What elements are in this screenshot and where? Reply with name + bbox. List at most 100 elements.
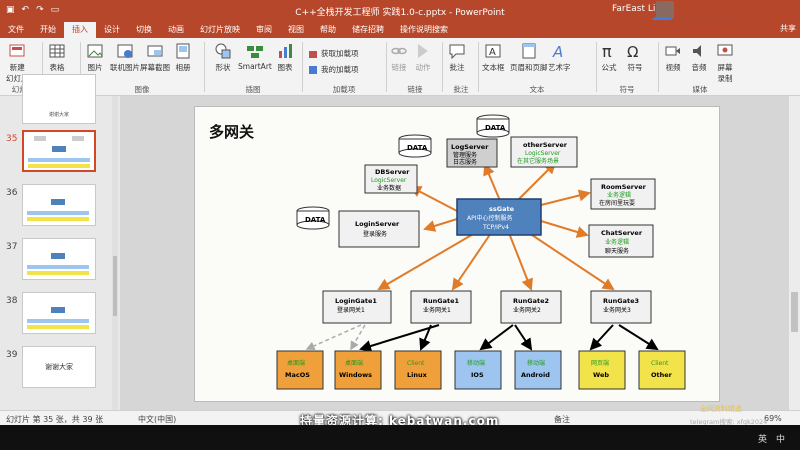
tab-transitions[interactable]: 切换 [128,22,160,38]
roomserver-node: RoomServer 业务逻辑 在房间里玩耍 [590,178,656,210]
group-links-label: 链接 [407,85,423,94]
undo-icon[interactable]: ↶ [22,5,30,15]
svg-text:移动端: 移动端 [467,359,485,367]
svg-text:LogicServer: LogicServer [371,177,407,184]
tab-home[interactable]: 开始 [32,22,64,38]
svg-text:Web: Web [593,371,609,379]
slideshow-icon[interactable]: ▭ [51,5,60,15]
client-windows: 桌面端 Windows [334,350,382,390]
slide-thumb-36[interactable] [22,184,96,226]
svg-text:在房间里玩耍: 在房间里玩耍 [599,199,635,207]
get-addins-button[interactable]: 获取加载项 [308,48,359,59]
slide-thumb-39[interactable]: 谢谢大家 [22,346,96,388]
share-button[interactable]: 共享 [780,23,796,34]
wordart-button[interactable]: A 艺术字 [548,42,571,73]
new-slide-icon [9,44,25,57]
svg-text:登录服务: 登录服务 [363,230,387,238]
my-addins-button[interactable]: 我的加载项 [308,64,359,75]
taskbar: 英 中 [0,425,800,450]
svg-text:网页端: 网页端 [591,359,609,367]
database-login: DATA [296,206,330,230]
link-icon [391,47,407,55]
group-separator [302,42,303,92]
tab-help[interactable]: 帮助 [312,22,344,38]
screenshot-button[interactable]: 屏幕截图 [140,42,170,73]
scrollbar-thumb[interactable] [113,256,117,316]
video-icon [665,46,680,56]
current-slide[interactable]: 多网关 DATA DATA DATA LogServer 管理服务 日志服务 o… [194,106,720,402]
svg-text:TCP/IPv4: TCP/IPv4 [482,224,509,231]
tab-insert[interactable]: 插入 [64,22,96,38]
svg-text:LoginGate1: LoginGate1 [335,297,377,305]
slide-thumb-38[interactable] [22,292,96,334]
video-button[interactable]: 视频 [664,42,682,73]
table-button[interactable]: 表格 [48,42,66,73]
action-button[interactable]: 动作 [414,42,432,73]
svg-text:LogicServer: LogicServer [525,150,561,157]
black-connectors [359,324,659,352]
header-footer-button[interactable]: 页眉和页脚 [510,42,548,73]
slide-thumb-35[interactable] [22,130,96,172]
mini-diagram [28,136,90,168]
tab-animations[interactable]: 动画 [160,22,192,38]
dbserver-node: DBServer LogicServer 业务数据 [364,164,418,194]
input-lang[interactable]: 中 [776,432,785,445]
thumbnails-scrollbar[interactable] [112,96,118,410]
slide-thumb-37[interactable] [22,238,96,280]
tab-design[interactable]: 设计 [96,22,128,38]
editor-scrollbar[interactable] [789,96,800,410]
notes-button[interactable]: 备注 [554,414,570,425]
redo-icon[interactable]: ↷ [36,5,44,15]
tab-file[interactable]: 文件 [0,22,32,38]
svg-text:RunGate2: RunGate2 [513,297,549,305]
screen-record-button[interactable]: 屏幕 录制 [716,42,734,84]
link-button[interactable]: 链接 [390,42,408,73]
tab-review[interactable]: 审阅 [248,22,280,38]
svg-text:IOS: IOS [471,371,484,379]
symbol-button[interactable]: Ω 符号 [626,42,644,73]
user-name[interactable]: FarEast Liu [612,4,661,14]
scrollbar-thumb[interactable] [791,292,798,332]
album-icon [176,43,190,59]
logingate-node: LoginGate1 登录网关1 [322,290,392,324]
audio-button[interactable]: 音频 [690,42,708,73]
svg-text:Client: Client [651,360,669,367]
equation-button[interactable]: π 公式 [600,42,618,73]
svg-text:A: A [552,43,563,60]
language-indicator[interactable]: 中文(中国) [138,414,176,425]
save-icon[interactable]: ▣ [6,5,15,15]
svg-text:RunGate3: RunGate3 [603,297,639,305]
album-button[interactable]: 相册 [174,42,192,73]
tab-view[interactable]: 视图 [280,22,312,38]
svg-text:LogServer: LogServer [451,143,489,151]
group-separator [442,42,443,92]
ime-indicator[interactable]: 英 [758,432,767,445]
textbox-button[interactable]: A 文本框 [482,42,505,73]
client-linux: Client Linux [394,350,442,390]
online-picture-button[interactable]: 联机图片 [110,42,140,73]
table-icon [49,44,65,58]
smartart-button[interactable]: SmartArt [238,42,272,71]
slide-thumb-34[interactable]: 谢谢大家 [22,74,96,124]
equation-icon: π [602,42,612,60]
store-icon [309,50,317,58]
svg-text:DATA: DATA [485,124,506,132]
svg-text:DATA: DATA [305,216,326,224]
shapes-icon [215,43,231,59]
my-addins-icon [309,65,317,74]
ssgate-center-node: ssGate API中心控制服务 TCP/IPv4 [456,198,542,236]
shapes-button[interactable]: 形状 [214,42,232,73]
chart-button[interactable]: 图表 [276,42,294,73]
chatserver-node: ChatServer 业务逻辑 聊天服务 [588,224,654,258]
comment-button[interactable]: 批注 [448,42,466,73]
slide-editor: 多网关 DATA DATA DATA LogServer 管理服务 日志服务 o… [120,96,800,410]
svg-text:π: π [602,42,612,60]
group-separator [386,42,387,92]
tab-storyboard[interactable]: 储存招聘 [344,22,392,38]
mini-diagram [27,307,89,329]
tab-slideshow[interactable]: 幻灯片放映 [192,22,248,38]
tell-me-search[interactable]: 操作说明搜索 [392,22,456,38]
svg-text:聊天服务: 聊天服务 [605,247,629,255]
picture-button[interactable]: 图片 [86,42,104,73]
online-picture-icon [117,44,133,58]
